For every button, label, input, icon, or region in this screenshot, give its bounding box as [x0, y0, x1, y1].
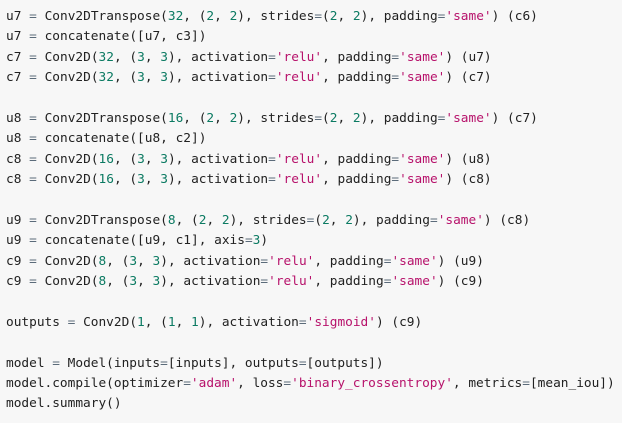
code-line: u8 = concatenate([u8, c2])	[6, 131, 207, 147]
code-line: u9 = concatenate([u9, c1], axis=3)	[6, 233, 269, 249]
code-block: u7 = Conv2DTranspose(32, (2, 2), strides…	[0, 0, 622, 423]
code-lines: u7 = Conv2DTranspose(32, (2, 2), strides…	[6, 7, 622, 415]
code-line: model = Model(inputs=[inputs], outputs=[…	[6, 355, 384, 371]
code-line: u7 = Conv2DTranspose(32, (2, 2), strides…	[6, 9, 538, 24]
code-line: model.compile(optimizer='adam', loss='bi…	[6, 376, 615, 392]
code-line: model.summary()	[6, 396, 122, 412]
code-line: c7 = Conv2D(32, (3, 3), activation='relu…	[6, 70, 492, 86]
code-line: c9 = Conv2D(8, (3, 3), activation='relu'…	[6, 253, 484, 269]
code-line: c7 = Conv2D(32, (3, 3), activation='relu…	[6, 49, 492, 65]
code-line: u8 = Conv2DTranspose(16, (2, 2), strides…	[6, 110, 538, 126]
code-line: c8 = Conv2D(16, (3, 3), activation='relu…	[6, 172, 492, 188]
code-line: c9 = Conv2D(8, (3, 3), activation='relu'…	[6, 274, 484, 290]
code-line: c8 = Conv2D(16, (3, 3), activation='relu…	[6, 151, 492, 167]
code-line: u7 = concatenate([u7, c3])	[6, 29, 207, 45]
code-line: outputs = Conv2D(1, (1, 1), activation='…	[6, 314, 423, 330]
code-line: u9 = Conv2DTranspose(8, (2, 2), strides=…	[6, 212, 531, 228]
